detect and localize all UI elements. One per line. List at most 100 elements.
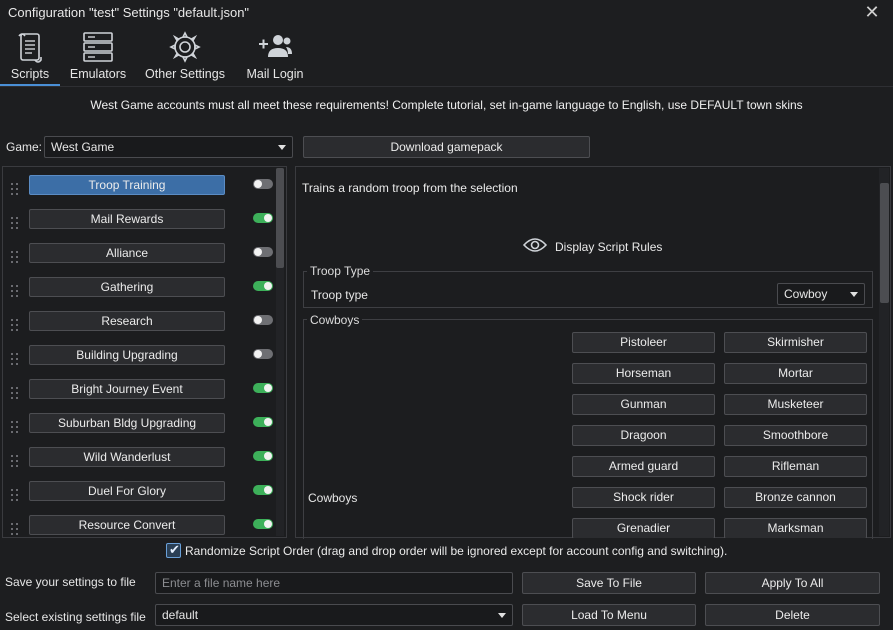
drag-handle-icon[interactable] bbox=[11, 183, 21, 197]
unit-button[interactable]: Smoothbore bbox=[724, 425, 867, 446]
script-button[interactable]: Building Upgrading bbox=[29, 345, 225, 365]
chevron-down-icon bbox=[278, 145, 286, 150]
toggle-knob bbox=[264, 452, 272, 460]
toggle-knob bbox=[254, 350, 262, 358]
drag-handle-icon[interactable] bbox=[11, 319, 21, 333]
save-settings-label: Save your settings to file bbox=[5, 575, 136, 589]
script-button[interactable]: Resource Convert bbox=[29, 515, 225, 535]
drag-handle-icon[interactable] bbox=[11, 251, 21, 265]
script-row[interactable]: Suburban Bldg Upgrading bbox=[3, 413, 275, 447]
script-button[interactable]: Bright Journey Event bbox=[29, 379, 225, 399]
script-row[interactable]: Building Upgrading bbox=[3, 345, 275, 379]
drag-handle-icon[interactable] bbox=[11, 421, 21, 435]
display-rules-button[interactable] bbox=[522, 235, 548, 257]
close-icon[interactable]: ✕ bbox=[862, 1, 882, 23]
script-row[interactable]: Gathering bbox=[3, 277, 275, 311]
drag-handle-icon[interactable] bbox=[11, 523, 21, 537]
script-row[interactable]: Alliance bbox=[3, 243, 275, 277]
tab-scripts[interactable]: Scripts bbox=[0, 28, 60, 86]
script-enable-toggle[interactable] bbox=[253, 417, 273, 427]
display-rules-label[interactable]: Display Script Rules bbox=[555, 240, 662, 254]
download-gamepack-button[interactable]: Download gamepack bbox=[303, 136, 590, 158]
script-button[interactable]: Suburban Bldg Upgrading bbox=[29, 413, 225, 433]
script-button[interactable]: Alliance bbox=[29, 243, 225, 263]
settings-file-select[interactable]: default bbox=[155, 604, 513, 626]
unit-button[interactable]: Grenadier bbox=[572, 518, 715, 538]
script-row[interactable]: Wild Wanderlust bbox=[3, 447, 275, 481]
drag-handle-icon[interactable] bbox=[11, 285, 21, 299]
drag-handle-icon[interactable] bbox=[11, 353, 21, 367]
script-button[interactable]: Mail Rewards bbox=[29, 209, 225, 229]
drag-handle-icon[interactable] bbox=[11, 217, 21, 231]
unit-button[interactable]: Skirmisher bbox=[724, 332, 867, 353]
script-enable-toggle[interactable] bbox=[253, 247, 273, 257]
toggle-knob bbox=[254, 248, 262, 256]
script-row[interactable]: Mail Rewards bbox=[3, 209, 275, 243]
drag-handle-icon[interactable] bbox=[11, 387, 21, 401]
settings-file-value: default bbox=[162, 608, 199, 622]
unit-button[interactable]: Horseman bbox=[572, 363, 715, 384]
tab-other-settings[interactable]: Other Settings bbox=[140, 28, 230, 86]
script-row[interactable]: Troop Training bbox=[3, 175, 275, 209]
game-select[interactable]: West Game bbox=[44, 136, 293, 158]
unit-button[interactable]: Dragoon bbox=[572, 425, 715, 446]
detail-scroll-thumb[interactable] bbox=[880, 183, 889, 303]
apply-to-all-button[interactable]: Apply To All bbox=[705, 572, 880, 594]
unit-button[interactable]: Shock rider bbox=[572, 487, 715, 508]
checkmark-icon: ✔ bbox=[169, 542, 180, 557]
script-button[interactable]: Gathering bbox=[29, 277, 225, 297]
script-enable-toggle[interactable] bbox=[253, 519, 273, 529]
script-enable-toggle[interactable] bbox=[253, 451, 273, 461]
script-enable-toggle[interactable] bbox=[253, 179, 273, 189]
randomize-label[interactable]: Randomize Script Order (drag and drop or… bbox=[185, 544, 727, 558]
script-row[interactable]: Bright Journey Event bbox=[3, 379, 275, 413]
tab-divider bbox=[0, 86, 893, 87]
script-row[interactable]: Research bbox=[3, 311, 275, 345]
game-label: Game: bbox=[6, 140, 43, 154]
filename-input[interactable]: Enter a file name here bbox=[155, 572, 513, 594]
filename-placeholder: Enter a file name here bbox=[162, 576, 281, 590]
unit-button[interactable]: Mortar bbox=[724, 363, 867, 384]
unit-button[interactable]: Pistoleer bbox=[572, 332, 715, 353]
chevron-down-icon bbox=[850, 292, 858, 297]
troop-type-group-title: Troop Type bbox=[307, 264, 374, 278]
tab-label: Other Settings bbox=[145, 67, 225, 81]
server-icon bbox=[81, 30, 115, 67]
toggle-knob bbox=[264, 384, 272, 392]
unit-button[interactable]: Bronze cannon bbox=[724, 487, 867, 508]
tab-label: Emulators bbox=[69, 67, 127, 81]
unit-button[interactable]: Armed guard bbox=[572, 456, 715, 477]
troop-type-label: Troop type bbox=[311, 288, 368, 302]
unit-button[interactable]: Musketeer bbox=[724, 394, 867, 415]
unit-button[interactable]: Gunman bbox=[572, 394, 715, 415]
unit-button[interactable]: Rifleman bbox=[724, 456, 867, 477]
drag-handle-icon[interactable] bbox=[11, 489, 21, 503]
script-row[interactable]: Duel For Glory bbox=[3, 481, 275, 515]
script-enable-toggle[interactable] bbox=[253, 349, 273, 359]
script-enable-toggle[interactable] bbox=[253, 281, 273, 291]
troop-type-value: Cowboy bbox=[784, 287, 828, 301]
script-enable-toggle[interactable] bbox=[253, 485, 273, 495]
script-enable-toggle[interactable] bbox=[253, 213, 273, 223]
script-button[interactable]: Research bbox=[29, 311, 225, 331]
chevron-down-icon bbox=[498, 613, 506, 618]
script-button[interactable]: Duel For Glory bbox=[29, 481, 225, 501]
save-to-file-button[interactable]: Save To File bbox=[522, 572, 696, 594]
toggle-knob bbox=[264, 418, 272, 426]
delete-button[interactable]: Delete bbox=[705, 604, 880, 626]
script-enable-toggle[interactable] bbox=[253, 315, 273, 325]
troop-type-select[interactable]: Cowboy bbox=[777, 283, 865, 305]
tab-mail-login[interactable]: Mail Login bbox=[236, 28, 314, 86]
script-button[interactable]: Wild Wanderlust bbox=[29, 447, 225, 467]
load-to-menu-button[interactable]: Load To Menu bbox=[522, 604, 696, 626]
script-button[interactable]: Troop Training bbox=[29, 175, 225, 195]
tab-emulators[interactable]: Emulators bbox=[64, 28, 132, 86]
cowboys-label: Cowboys bbox=[308, 491, 358, 505]
toggle-knob bbox=[264, 520, 272, 528]
unit-button[interactable]: Marksman bbox=[724, 518, 867, 538]
window-title: Configuration "test" Settings "default.j… bbox=[8, 5, 250, 20]
requirements-notice: West Game accounts must all meet these r… bbox=[90, 98, 803, 112]
toggle-knob bbox=[264, 282, 272, 290]
drag-handle-icon[interactable] bbox=[11, 455, 21, 469]
script-enable-toggle[interactable] bbox=[253, 383, 273, 393]
